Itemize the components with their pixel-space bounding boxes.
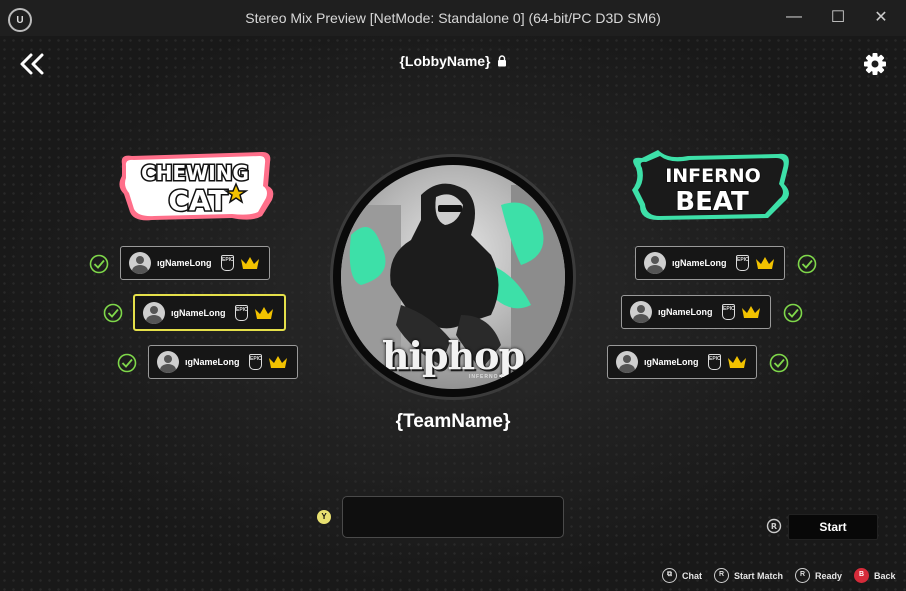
epic-games-icon: EPIC [722, 304, 735, 320]
chewing-cat-logo: CHEWING CAT [119, 152, 274, 221]
cat-logo-text: CAT [168, 184, 227, 217]
player-card-left-3[interactable]: ıgNameLong EPIC [148, 345, 298, 379]
minimize-button[interactable]: — [777, 4, 811, 30]
crown-icon [241, 257, 259, 269]
start-match-key-icon: R [714, 568, 729, 583]
gear-icon[interactable] [862, 51, 888, 77]
crown-icon [255, 306, 273, 319]
maximize-button[interactable]: ☐ [821, 4, 855, 30]
player-card-right-2[interactable]: ıgNameLong EPIC [621, 295, 771, 329]
inferno-beat-logo: INFERNO BEAT [632, 150, 789, 220]
lock-icon [497, 55, 506, 67]
hint-back[interactable]: B Back [854, 568, 896, 583]
hint-ready[interactable]: R Ready [795, 568, 842, 583]
ready-check-icon [797, 254, 817, 274]
avatar [129, 252, 151, 274]
hint-label: Ready [815, 570, 843, 581]
beat-logo-text: BEAT [675, 187, 749, 217]
chat-input[interactable] [342, 496, 564, 538]
player-card-right-1[interactable]: ıgNameLong EPIC [635, 246, 785, 280]
ready-check-icon [117, 353, 137, 373]
window-titlebar: U Stereo Mix Preview [NetMode: Standalon… [0, 0, 906, 36]
player-card-right-3[interactable]: ıgNameLong EPIC [607, 345, 757, 379]
hint-label: Chat [682, 570, 702, 581]
player-name: ıgNameLong [171, 307, 226, 318]
chewing-logo-text: CHEWING [141, 161, 249, 185]
player-name: ıgNameLong [644, 357, 699, 367]
team-art: hiphop INFERNO B [341, 165, 565, 389]
team-name: {TeamName} [395, 411, 511, 432]
lobby-name: {LobbyName} [399, 53, 491, 69]
input-hints: ⧉ Chat R Start Match R Ready B Back [662, 568, 904, 583]
close-button[interactable]: ✕ [864, 4, 898, 30]
avatar [644, 252, 666, 274]
player-name: ıgNameLong [185, 357, 240, 367]
ready-check-icon [89, 254, 109, 274]
lobby-screen: {LobbyName} CHEWING CAT INFERNO BEAT ıgN… [0, 36, 906, 591]
r-button-icon: R [766, 518, 782, 534]
player-name: ıgNameLong [157, 258, 212, 268]
epic-games-icon: EPIC [221, 255, 234, 271]
epic-games-icon: EPIC [235, 304, 248, 321]
lobby-title: {LobbyName} [0, 53, 906, 69]
player-card-left-2[interactable]: ıgNameLong EPIC [133, 294, 286, 331]
hint-label: Back [874, 570, 896, 581]
player-name: ıgNameLong [672, 258, 727, 268]
crown-icon [728, 356, 746, 368]
epic-games-icon: EPIC [249, 354, 262, 370]
art-title: hiphop [381, 333, 525, 378]
ready-check-icon [783, 303, 803, 323]
art-subtitle: INFERNO B [469, 374, 506, 380]
hint-start-match[interactable]: R Start Match [714, 568, 783, 583]
crown-icon [756, 257, 774, 269]
window-title: Stereo Mix Preview [NetMode: Standalone … [245, 10, 661, 26]
player-name: ıgNameLong [658, 307, 713, 317]
ready-check-icon [769, 353, 789, 373]
inferno-logo-text: INFERNO [665, 165, 761, 187]
player-card-left-1[interactable]: ıgNameLong EPIC [120, 246, 270, 280]
y-button-icon: Y [317, 510, 331, 524]
chat-key-icon: ⧉ [662, 568, 677, 583]
ready-key-icon: R [795, 568, 811, 583]
avatar [630, 301, 652, 323]
start-button[interactable]: Start [788, 514, 878, 540]
back-key-icon: B [854, 568, 870, 583]
crown-icon [742, 306, 760, 318]
ready-check-icon [103, 303, 123, 323]
avatar [143, 301, 165, 324]
epic-games-icon: EPIC [736, 255, 749, 271]
avatar [157, 351, 179, 373]
hint-chat[interactable]: ⧉ Chat [662, 568, 702, 583]
epic-games-icon: EPIC [708, 354, 721, 370]
avatar [616, 351, 638, 373]
r-button-label: R [771, 522, 777, 531]
hint-label: Start Match [734, 570, 784, 581]
crown-icon [269, 356, 287, 368]
